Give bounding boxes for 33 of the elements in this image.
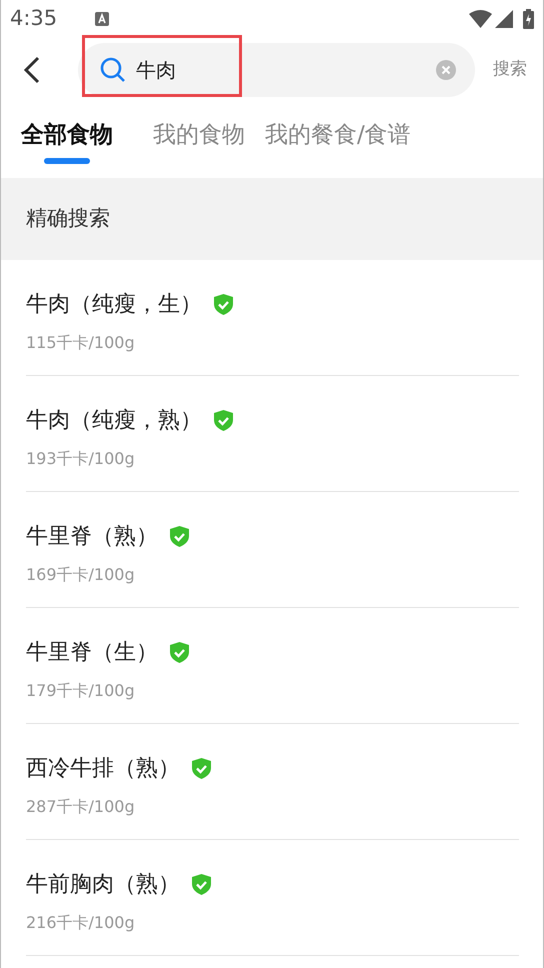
battery-icon (523, 9, 534, 29)
food-item[interactable]: 牛前胸肉（熟） 216千卡/100g (26, 840, 519, 956)
tab[interactable]: 我的食物 (153, 118, 245, 166)
food-item[interactable]: 牛肉（纯瘦，熟） 193千卡/100g (26, 376, 519, 492)
food-calories: 115千卡/100g (26, 332, 136, 354)
tab-underline (44, 158, 90, 164)
food-name: 牛里脊（生） (26, 639, 158, 667)
back-icon[interactable] (23, 56, 41, 84)
food-calories: 193千卡/100g (26, 448, 136, 470)
food-calories: 287千卡/100g (26, 796, 136, 818)
food-item[interactable]: 牛肉（纯瘦，生） 115千卡/100g (26, 260, 519, 376)
tab[interactable]: 全部食物 (21, 118, 113, 166)
tab[interactable]: 我的餐食/食谱 (265, 118, 411, 166)
food-calories: 216千卡/100g (26, 912, 136, 934)
food-name: 牛肉（纯瘦，熟） (26, 407, 202, 435)
food-item[interactable]: 牛里脊（生） 179千卡/100g (26, 608, 519, 724)
food-calories: 169千卡/100g (26, 564, 136, 586)
search-field[interactable]: 牛肉 (78, 43, 475, 97)
signal-icon (495, 10, 513, 28)
search-button[interactable]: 搜索 (493, 57, 527, 83)
food-name: 西冷牛排（熟） (26, 755, 180, 783)
food-name: 牛肉（纯瘦，生） (26, 291, 202, 319)
food-item[interactable]: 牛里脊（熟） 169千卡/100g (26, 492, 519, 608)
section-title: 精确搜索 (26, 205, 110, 232)
search-icon (100, 57, 126, 83)
food-item[interactable]: 西冷牛排（熟） 287千卡/100g (26, 724, 519, 840)
wifi-icon (469, 10, 492, 28)
search-value: 牛肉 (136, 57, 176, 84)
food-name: 牛里脊（熟） (26, 523, 158, 551)
notification-icon (95, 12, 110, 26)
food-name: 牛前胸肉（熟） (26, 871, 180, 899)
food-calories: 179千卡/100g (26, 680, 136, 702)
status-time: 4:35 (10, 5, 58, 32)
